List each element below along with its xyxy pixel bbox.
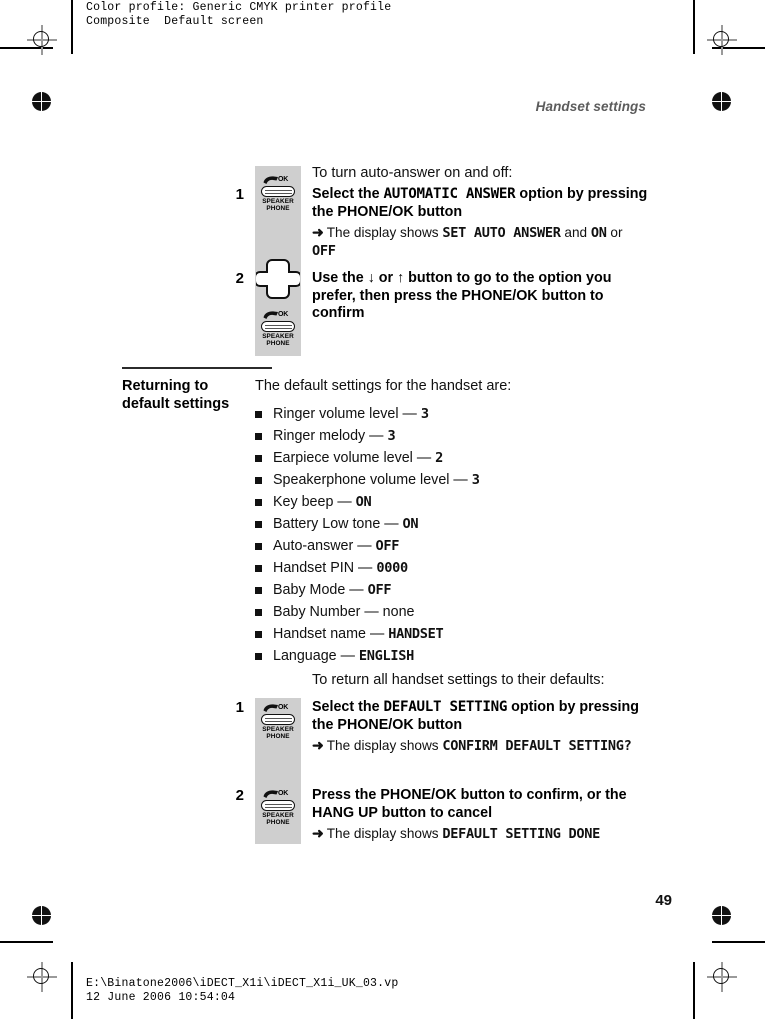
step-1-instruction: Select the DEFAULT SETTING option by pre… — [312, 699, 648, 734]
speakerphone-label: SPEAKER PHONE — [256, 812, 300, 827]
lead-in-text: To return all handset settings to their … — [312, 672, 605, 688]
step-1-body-reset: Select the DEFAULT SETTING option by pre… — [312, 699, 648, 755]
footer-file-info: E:\Binatone2006\iDECT_X1i\iDECT_X1i_UK_0… — [86, 977, 398, 1005]
hang-up-button-name: HANG UP — [312, 804, 378, 821]
instruction-post: button — [413, 716, 463, 733]
step-number-2: 2 — [235, 787, 244, 804]
key-pill-shape — [261, 714, 295, 725]
lcd-display-default-setting-done: DEFAULT SETTING DONE — [442, 826, 601, 842]
phone-ok-key-icon[interactable]: OK SPEAKER PHONE — [256, 789, 300, 829]
footer-timestamp: 12 June 2006 10:54:04 — [86, 991, 236, 1004]
speakerphone-label-line-2: PHONE — [266, 819, 290, 827]
phone-ok-button-name: PHONE/OK — [380, 787, 457, 803]
result-pre: The display shows — [326, 738, 443, 753]
step-number-1: 1 — [235, 699, 244, 716]
speakerphone-label: SPEAKER PHONE — [256, 726, 300, 741]
step-2-body-reset: Press the PHONE/OK button to confirm, or… — [312, 787, 648, 843]
procedure-lead-in-reset: To return all handset settings to their … — [312, 671, 648, 690]
instruction-pre: Press the — [312, 787, 381, 803]
result-arrow-icon: ➜ — [312, 825, 324, 841]
result-arrow-icon: ➜ — [312, 737, 324, 753]
page-number: 49 — [655, 892, 672, 909]
speakerphone-label-line-2: PHONE — [266, 733, 290, 741]
ok-label: OK — [278, 704, 289, 711]
procedure-reset-defaults: To return all handset settings to their … — [0, 0, 765, 1019]
speakerphone-label-line-1: SPEAKER — [262, 726, 294, 733]
footer-file-path: E:\Binatone2006\iDECT_X1i\iDECT_X1i_UK_0… — [86, 977, 399, 990]
ok-label: OK — [278, 790, 289, 797]
step-2-result: ➜ The display shows DEFAULT SETTING DONE — [312, 825, 648, 843]
instruction-mid: button to confirm, or the — [456, 787, 627, 803]
speakerphone-label-line-1: SPEAKER — [262, 812, 294, 819]
lcd-display-confirm-default-setting: CONFIRM DEFAULT SETTING? — [442, 738, 632, 754]
instruction-pre: Select the — [312, 699, 384, 715]
phone-ok-button-name: PHONE/OK — [337, 716, 414, 733]
result-pre: The display shows — [326, 826, 443, 841]
step-1-result: ➜ The display shows CONFIRM DEFAULT SETTI… — [312, 737, 648, 755]
step-2-instruction: Press the PHONE/OK button to confirm, or… — [312, 787, 648, 822]
phone-ok-key-icon[interactable]: OK SPEAKER PHONE — [256, 703, 300, 743]
manual-page: Handset settings To turn auto-answer on … — [0, 0, 765, 1019]
key-pill-shape — [261, 800, 295, 811]
instruction-post: button to cancel — [377, 804, 493, 821]
lcd-option-default-setting: DEFAULT SETTING — [383, 699, 508, 715]
